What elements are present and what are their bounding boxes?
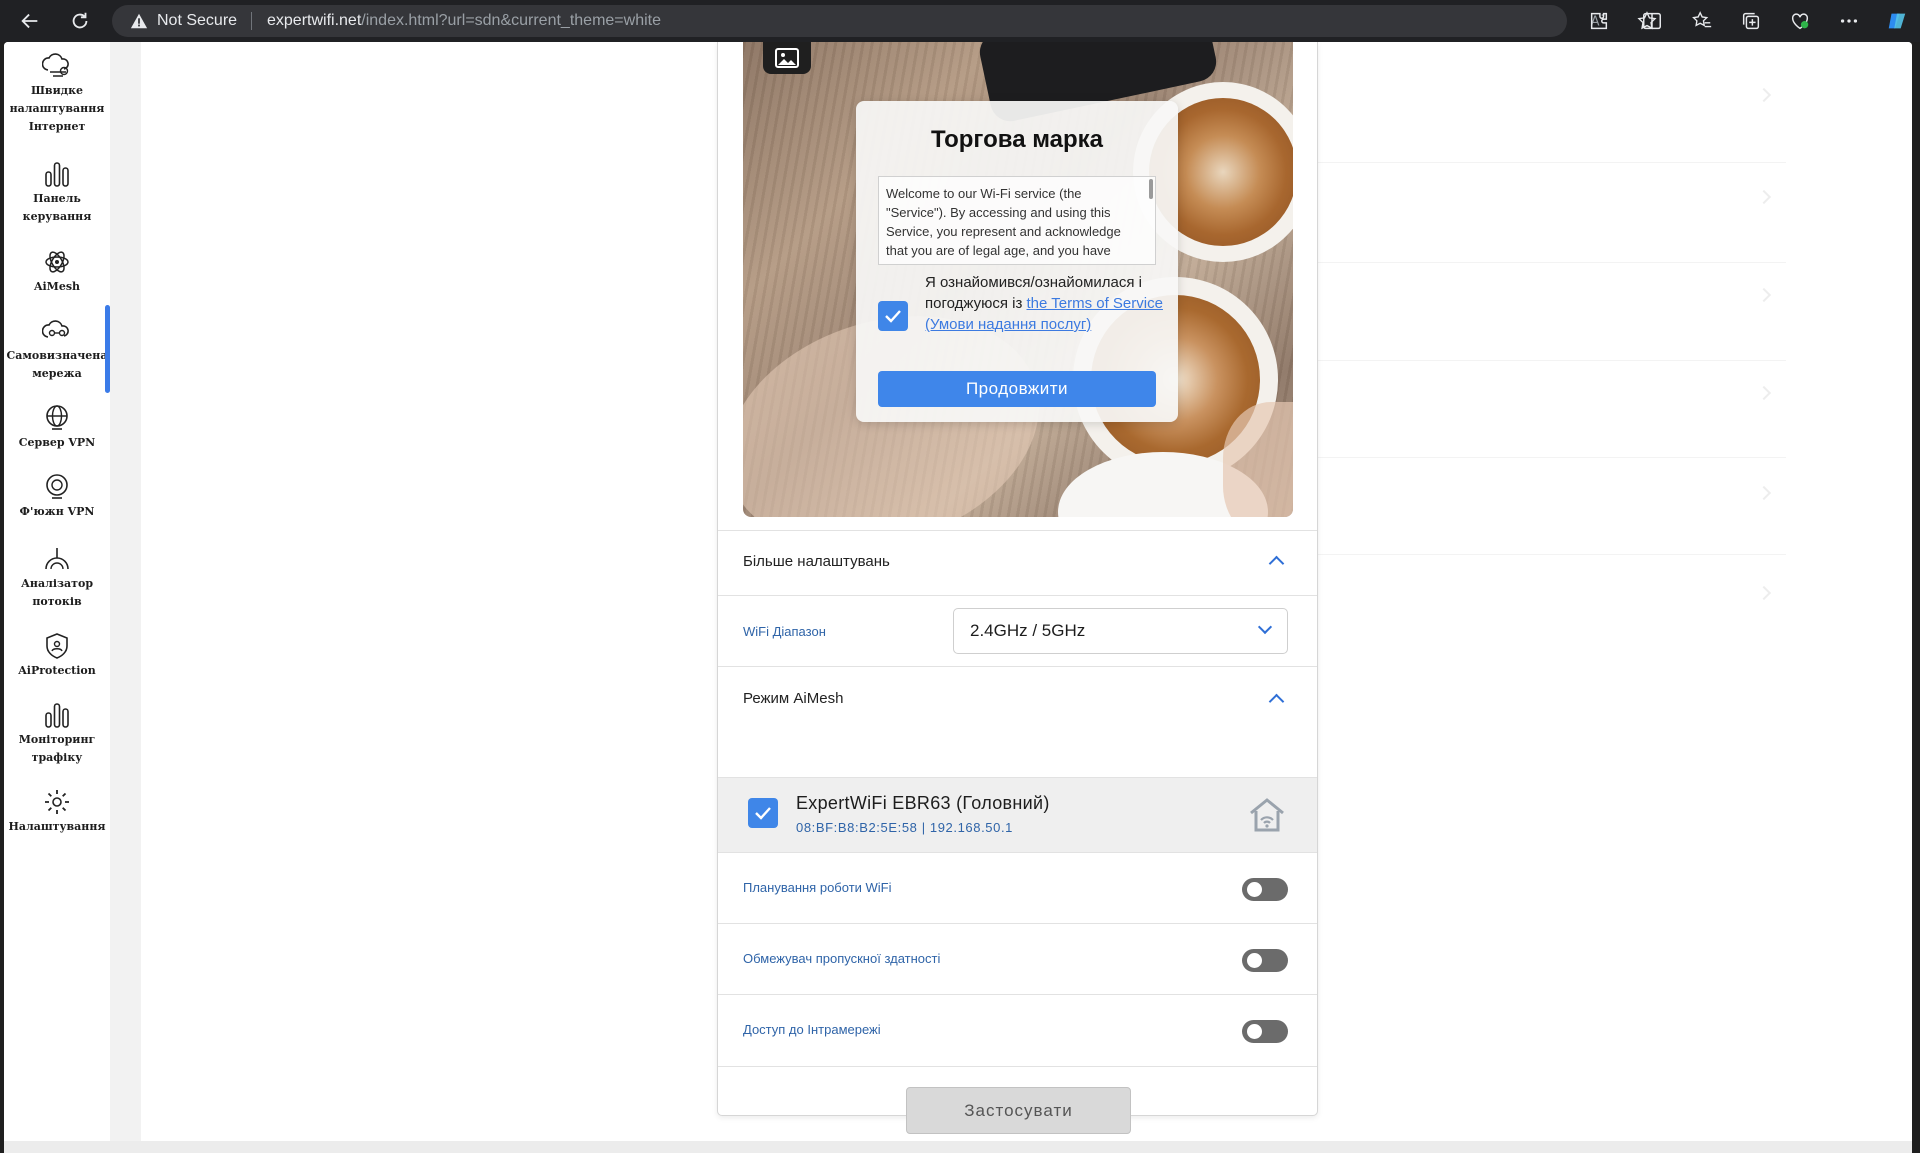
toggle-knob (1247, 882, 1262, 897)
change-background-button[interactable] (763, 42, 811, 74)
bandwidth-limiter-row: Обмежувач пропускної здатності (718, 923, 1317, 994)
favorites-icon[interactable] (1688, 7, 1716, 35)
checkmark-icon (755, 807, 771, 820)
sidebar-item-traffic-analyzer[interactable]: Аналізатор потоків (4, 545, 110, 611)
portal-card: Торгова марка Welcome to our Wi-Fi servi… (856, 101, 1178, 422)
terms-scrollbar[interactable] (1149, 179, 1153, 199)
aiprotection-icon (46, 633, 68, 659)
bandwidth-limiter-toggle[interactable] (1242, 949, 1288, 972)
traffic-analyzer-icon (45, 548, 69, 570)
terms-text: Welcome to our Wi-Fi service (the "Servi… (886, 186, 1121, 258)
agree-text: Я ознайомився/ознайомилася і погоджуюся … (925, 272, 1165, 335)
extensions-icon[interactable] (1585, 7, 1613, 35)
toggle-knob (1247, 953, 1262, 968)
sidebar-item-label: Налаштування (8, 820, 106, 833)
sidebar-item-label: Сервер VPN (18, 436, 96, 449)
wifi-band-row: WiFi Діапазон 2.4GHz / 5GHz (718, 595, 1317, 666)
sidebar-item-vpn-server[interactable]: Сервер VPN (4, 404, 110, 452)
sidebar-item-label: Ф'южн VPN (19, 505, 95, 518)
apply-button[interactable]: Застосувати (906, 1087, 1131, 1134)
chevron-up-icon[interactable] (1268, 693, 1285, 710)
bandwidth-limiter-label: Обмежувач пропускної здатності (743, 951, 941, 966)
sidebar-item-dashboard[interactable]: Панель керування (4, 160, 110, 226)
sidebar-item-traffic-monitor[interactable]: Моніторинг трафіку (4, 701, 110, 767)
apply-divider (718, 1066, 1317, 1067)
wifi-schedule-label: Планування роботи WiFi (743, 880, 892, 895)
aimesh-icon (45, 251, 69, 273)
sidebar-item-label: Панель керування (22, 192, 92, 223)
sidebar: Швидке налаштування Інтернет Панель керу… (4, 42, 110, 1153)
portal-title: Торгова марка (930, 126, 1104, 153)
continue-button[interactable]: Продовжити (878, 371, 1156, 407)
sidebar-item-label: AiProtection (18, 664, 96, 677)
dashboard-icon (45, 162, 69, 187)
sidebar-item-vpn-fusion[interactable]: Ф'южн VPN (4, 473, 110, 521)
wifi-schedule-row: Планування роботи WiFi (718, 852, 1317, 923)
sidebar-item-quick-setup[interactable]: Швидке налаштування Інтернет (4, 52, 110, 136)
sidebar-item-label: AiMesh (33, 280, 81, 293)
url-text[interactable]: expertwifi.net/index.html?url=sdn&curren… (267, 12, 661, 30)
url-host: expertwifi.net (267, 12, 362, 29)
image-icon (775, 48, 799, 68)
sdn-icon (42, 320, 69, 338)
traffic-monitor-icon (45, 703, 69, 728)
more-settings-label: Більше налаштувань (743, 553, 890, 570)
intranet-access-label: Доступ до Інтрамережі (743, 1022, 881, 1037)
omnibox-divider (251, 12, 252, 30)
reload-icon[interactable] (66, 7, 94, 35)
more-settings-header[interactable]: Більше налаштувань (718, 530, 1317, 595)
back-icon[interactable] (16, 7, 44, 35)
browser-essentials-icon[interactable] (1786, 7, 1814, 35)
portal-preview: Торгова марка Welcome to our Wi-Fi servi… (743, 42, 1293, 517)
aimesh-node-item[interactable]: ExpertWiFi EBR63 (Головний) 08:BF:B8:B2:… (718, 777, 1317, 852)
aimesh-mode-header[interactable]: Режим AiMesh (718, 666, 1317, 731)
sidebar-divider (110, 42, 141, 1153)
address-bar[interactable]: Not Secure expertwifi.net/index.html?url… (112, 5, 1657, 37)
sidebar-item-sdn[interactable]: Самовизначена мережа (4, 317, 110, 383)
quick-setup-icon (42, 53, 69, 77)
agree-checkbox[interactable] (878, 301, 908, 331)
wifi-band-select[interactable]: 2.4GHz / 5GHz (953, 608, 1288, 654)
intranet-access-row: Доступ до Інтрамережі (718, 994, 1317, 1066)
sidebar-item-label: Швидке налаштування Інтернет (9, 84, 105, 133)
chevron-down-icon (1257, 619, 1273, 635)
home-router-icon (1250, 798, 1284, 832)
sidebar-item-label: Самовизначена мережа (6, 349, 108, 380)
settings-icon (45, 790, 69, 814)
network-profile-panel: Торгова марка Welcome to our Wi-Fi servi… (717, 42, 1318, 1134)
node-name: ExpertWiFi EBR63 (Головний) (796, 793, 1050, 813)
warning-icon (130, 13, 148, 29)
node-checkbox[interactable] (748, 798, 778, 828)
vpn-fusion-icon (46, 474, 68, 499)
sidebar-item-settings[interactable]: Налаштування (4, 788, 110, 836)
checkmark-icon (885, 310, 901, 323)
more-menu-icon[interactable] (1835, 7, 1863, 35)
sidebar-item-aimesh[interactable]: AiMesh (4, 248, 110, 296)
node-mac-ip: 08:BF:B8:B2:5E:58 | 192.168.50.1 (796, 820, 1013, 835)
chevron-up-icon[interactable] (1268, 555, 1285, 572)
sidebar-item-aiprotection[interactable]: AiProtection (4, 632, 110, 680)
wifi-band-label: WiFi Діапазон (743, 624, 826, 639)
copilot-icon[interactable] (1883, 7, 1911, 35)
sidebar-item-label: Моніторинг трафіку (18, 733, 96, 764)
terms-text-box[interactable]: Welcome to our Wi-Fi service (the "Servi… (878, 176, 1156, 265)
toggle-knob (1247, 1024, 1262, 1039)
sidebar-item-label: Аналізатор потоків (20, 577, 94, 608)
url-path: /index.html?url=sdn&current_theme=white (361, 12, 661, 29)
intranet-access-toggle[interactable] (1242, 1020, 1288, 1043)
security-status[interactable]: Not Secure (157, 12, 237, 30)
aimesh-mode-label: Режим AiMesh (743, 690, 844, 707)
vpn-server-icon (46, 405, 68, 430)
browser-toolbar: Not Secure expertwifi.net/index.html?url… (0, 0, 1920, 42)
page-bottom-edge (4, 1141, 1912, 1153)
split-screen-icon[interactable] (1638, 7, 1666, 35)
wifi-band-value: 2.4GHz / 5GHz (970, 621, 1086, 640)
wifi-schedule-toggle[interactable] (1242, 878, 1288, 901)
collections-icon[interactable] (1737, 7, 1765, 35)
page-viewport: Швидке налаштування Інтернет Панель керу… (4, 42, 1912, 1153)
